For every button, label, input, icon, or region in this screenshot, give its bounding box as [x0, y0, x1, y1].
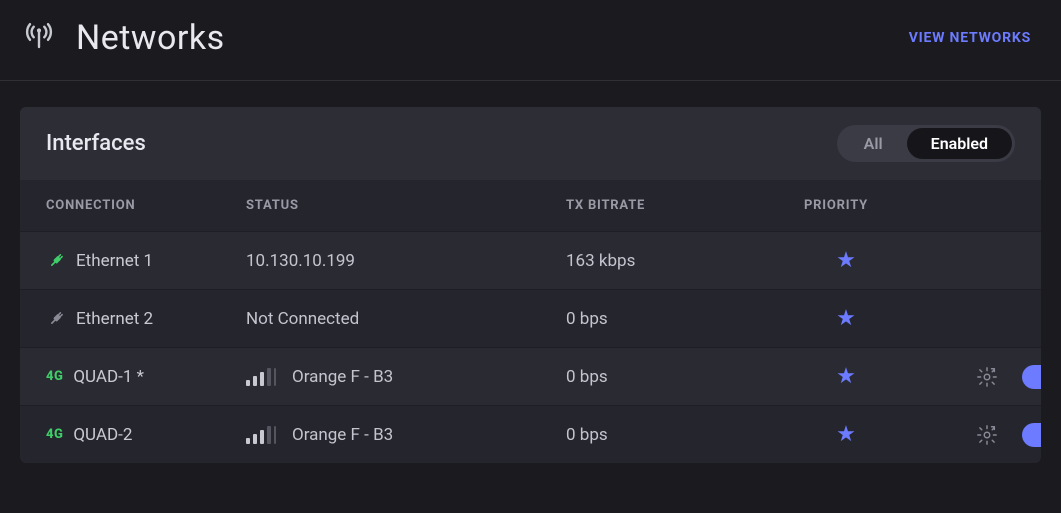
connection-cell: 4G QUAD-1 *	[46, 367, 246, 387]
settings-gear-icon[interactable]	[976, 366, 998, 388]
connection-cell: Ethernet 2	[46, 309, 246, 329]
priority-star-icon[interactable]: ★	[836, 422, 856, 447]
table-row: 4G QUAD-2 Orange F - B3 0 bps ★	[20, 405, 1041, 463]
view-networks-link[interactable]: VIEW NETWORKS	[909, 30, 1031, 46]
status-text: Orange F - B3	[292, 425, 393, 445]
priority-cell: ★	[766, 248, 926, 273]
cellular-4g-badge: 4G	[46, 369, 63, 384]
filter-toggle: All Enabled	[837, 125, 1015, 162]
col-connection: CONNECTION	[46, 198, 246, 213]
status-text: Not Connected	[246, 309, 359, 329]
page-title: Networks	[76, 18, 225, 58]
table-header: CONNECTION STATUS TX BITRATE PRIORITY	[20, 180, 1041, 231]
status-cell: Orange F - B3	[246, 367, 566, 387]
priority-star-icon[interactable]: ★	[836, 248, 856, 273]
col-status: STATUS	[246, 198, 566, 213]
table-body: Ethernet 110.130.10.199163 kbps★Ethernet…	[20, 231, 1041, 463]
cellular-4g-badge: 4G	[46, 427, 63, 442]
col-tx: TX BITRATE	[566, 198, 766, 213]
connection-cell: Ethernet 1	[46, 251, 246, 271]
priority-cell: ★	[766, 306, 926, 331]
priority-star-icon[interactable]: ★	[836, 306, 856, 331]
connection-label: QUAD-2	[73, 425, 132, 445]
priority-star-icon[interactable]: ★	[836, 364, 856, 389]
actions-cell	[926, 365, 1041, 389]
panel-title: Interfaces	[46, 131, 146, 156]
signal-strength-icon	[246, 426, 276, 444]
status-text: Orange F - B3	[292, 367, 393, 387]
actions-cell	[926, 250, 1041, 272]
actions-cell	[926, 308, 1041, 330]
signal-strength-icon	[246, 368, 276, 386]
table-row: Ethernet 1 10.130.10.199 163 kbps ★	[20, 231, 1041, 289]
broadcast-icon	[20, 19, 58, 57]
table-row: Ethernet 2 Not Connected 0 bps ★	[20, 289, 1041, 347]
enable-toggle[interactable]	[1022, 423, 1041, 447]
col-actions	[926, 198, 1041, 213]
ethernet-plug-icon	[46, 251, 66, 271]
connection-label: Ethernet 2	[76, 309, 153, 329]
tx-bitrate: 163 kbps	[566, 251, 766, 271]
connection-label: QUAD-1 *	[73, 367, 144, 387]
filter-all[interactable]: All	[840, 128, 907, 159]
panel-header: Interfaces All Enabled	[20, 107, 1041, 180]
status-cell: Orange F - B3	[246, 425, 566, 445]
priority-cell: ★	[766, 422, 926, 447]
tx-bitrate: 0 bps	[566, 425, 766, 445]
page-title-group: Networks	[20, 18, 225, 58]
actions-cell	[926, 423, 1041, 447]
status-cell: 10.130.10.199	[246, 251, 566, 271]
status-cell: Not Connected	[246, 309, 566, 329]
priority-cell: ★	[766, 364, 926, 389]
tx-bitrate: 0 bps	[566, 309, 766, 329]
settings-gear-icon[interactable]	[976, 424, 998, 446]
ethernet-plug-icon	[46, 309, 66, 329]
status-text: 10.130.10.199	[246, 251, 355, 271]
enable-toggle[interactable]	[1022, 365, 1041, 389]
filter-enabled[interactable]: Enabled	[907, 128, 1012, 159]
page-header: Networks VIEW NETWORKS	[0, 0, 1061, 81]
connection-cell: 4G QUAD-2	[46, 425, 246, 445]
tx-bitrate: 0 bps	[566, 367, 766, 387]
col-priority: PRIORITY	[766, 198, 926, 213]
connection-label: Ethernet 1	[76, 251, 153, 271]
interfaces-panel: Interfaces All Enabled CONNECTION STATUS…	[20, 107, 1041, 463]
table-row: 4G QUAD-1 * Orange F - B3 0 bps ★	[20, 347, 1041, 405]
